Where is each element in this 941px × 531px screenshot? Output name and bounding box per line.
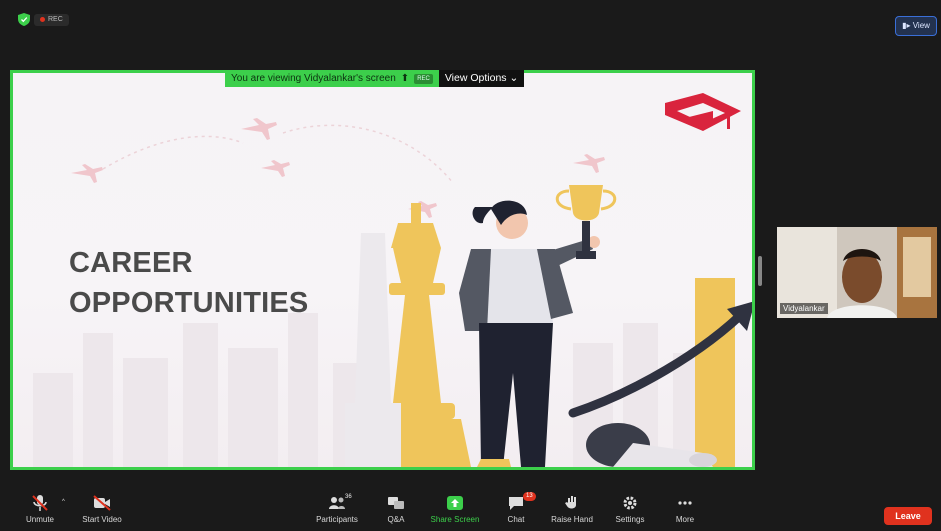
unmute-label: Unmute — [25, 515, 54, 524]
leave-button[interactable]: Leave — [884, 507, 932, 525]
qa-label: Q&A — [387, 515, 405, 524]
airplane-icons — [71, 118, 605, 218]
chat-unread-badge: 13 — [523, 492, 536, 501]
unmute-button[interactable]: Unmute — [10, 494, 70, 524]
shared-screen: CAREER OPPORTUNITIES — [10, 70, 755, 470]
raise-hand-button[interactable]: Raise Hand — [542, 494, 602, 524]
share-screen-label: Share Screen — [430, 515, 480, 524]
view-options-button[interactable]: View Options ⌄ — [438, 70, 525, 87]
recording-indicator[interactable]: REC — [34, 14, 69, 26]
top-bar: REC ▮▸ View — [0, 0, 941, 40]
participants-button[interactable]: 36 Participants — [307, 494, 367, 524]
participants-icon — [329, 497, 345, 509]
company-logo — [665, 93, 741, 131]
panel-resize-handle[interactable] — [758, 256, 762, 286]
viewing-notice: You are viewing Vidyalankar's screen ⬆ R… — [225, 70, 439, 87]
pin-icon: ⬆ — [400, 73, 410, 84]
slide-title: CAREER OPPORTUNITIES — [69, 243, 308, 323]
more-button[interactable]: More — [655, 494, 715, 524]
share-screen-button[interactable]: Share Screen — [425, 494, 485, 524]
record-dot-icon — [40, 16, 45, 22]
participants-label: Participants — [316, 515, 358, 524]
view-layout-icon: ▮▸ — [902, 21, 913, 30]
banner-rec-label: REC — [414, 73, 433, 84]
view-button[interactable]: ▮▸ View — [895, 16, 937, 36]
start-video-button[interactable]: Start Video — [72, 494, 132, 524]
muted-microphone-icon — [32, 495, 48, 511]
view-options-label: View Options ⌄ — [444, 72, 519, 84]
raise-hand-label: Raise Hand — [551, 515, 593, 524]
start-video-label: Start Video — [82, 515, 122, 524]
background-chess-piece — [345, 233, 401, 467]
settings-label: Settings — [615, 515, 645, 524]
view-label: View — [912, 21, 930, 30]
slide-title-line-1: CAREER — [69, 247, 193, 279]
more-dots-icon — [678, 501, 692, 505]
qa-bubbles-icon — [388, 497, 404, 509]
security-shield-icon[interactable] — [18, 13, 30, 26]
more-label: More — [675, 515, 695, 524]
raise-hand-icon — [565, 496, 576, 509]
participants-count: 36 — [345, 494, 352, 500]
chat-button[interactable]: 13 Chat — [486, 492, 546, 524]
recording-label: REC — [48, 16, 63, 23]
screen-share-banner: You are viewing Vidyalankar's screen ⬆ R… — [225, 70, 525, 87]
participant-name-label: Vidyalankar — [780, 303, 828, 314]
gear-icon — [623, 496, 637, 510]
slide-title-line-2: OPPORTUNITIES — [69, 287, 309, 319]
audio-options-caret-icon[interactable]: ^ — [62, 499, 65, 505]
meeting-toolbar: Unmute ^ Start Video 36 Participants Q&A… — [0, 492, 941, 531]
share-screen-icon — [447, 496, 463, 510]
bar-graphic — [695, 278, 735, 467]
qa-button[interactable]: Q&A — [366, 494, 426, 524]
video-off-icon — [93, 495, 111, 511]
viewing-notice-text: You are viewing Vidyalankar's screen — [231, 73, 396, 84]
chat-label: Chat — [507, 515, 525, 524]
settings-button[interactable]: Settings — [600, 494, 660, 524]
